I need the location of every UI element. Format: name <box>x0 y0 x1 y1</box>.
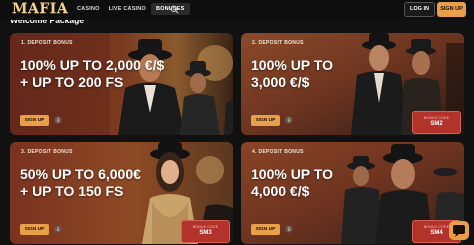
bonus-code-label: BONUS CODE <box>192 225 219 229</box>
card-1-label: 1. DEPOSIT BONUS <box>21 40 73 46</box>
bonus-card-1: 1. DEPOSIT BONUS 100% UP TO 2,000 €/$ + … <box>10 33 233 135</box>
bonus-code-value: SM3 <box>199 230 212 236</box>
card-1-signup-button[interactable]: SIGN UP <box>20 115 49 126</box>
card-1-title-line-2: + UP TO 200 FS <box>20 74 124 90</box>
bonus-code-badge-3[interactable]: BONUS CODE SM3 <box>181 220 230 243</box>
mafia-logo[interactable]: MAFIA <box>12 0 68 18</box>
info-icon[interactable] <box>285 116 293 124</box>
bonus-code-label: BONUS CODE <box>423 116 450 120</box>
info-icon[interactable] <box>54 225 62 233</box>
card-3-label: 3. DEPOSIT BONUS <box>21 149 73 155</box>
card-3-title-line-2: + UP TO 150 FS <box>20 183 124 199</box>
search-icon[interactable] <box>170 5 179 14</box>
card-4-label: 4. DEPOSIT BONUS <box>252 149 304 155</box>
chat-icon <box>453 225 465 237</box>
card-4-title-line-1: 100% UP TO <box>251 166 333 182</box>
info-icon[interactable] <box>54 116 62 124</box>
login-button[interactable]: LOG IN <box>404 2 435 17</box>
bonus-code-badge-2[interactable]: BONUS CODE SM2 <box>412 111 461 134</box>
nav-casino[interactable]: CASINO <box>77 6 100 12</box>
card-1-title-line-1: 100% UP TO 2,000 €/$ <box>20 57 165 73</box>
main-nav: CASINO LIVE CASINO BONUSES <box>77 0 199 18</box>
bonus-code-value: SM2 <box>430 121 443 127</box>
card-3-signup-button[interactable]: SIGN UP <box>20 224 49 235</box>
nav-live-casino[interactable]: LIVE CASINO <box>109 6 146 12</box>
card-2-title-line-2: 3,000 €/$ <box>251 74 310 90</box>
bonus-card-3: 3. DEPOSIT BONUS 50% UP TO 6,000€ + UP T… <box>10 142 233 244</box>
top-navigation-bar: MAFIA CASINO LIVE CASINO BONUSES LOG IN … <box>0 0 474 20</box>
bonus-card-2: 2. DEPOSIT BONUS 100% UP TO 3,000 €/$ SI… <box>241 33 464 135</box>
info-icon[interactable] <box>285 225 293 233</box>
signup-button-header[interactable]: SIGN UP <box>437 2 466 17</box>
live-chat-button[interactable] <box>449 221 469 240</box>
card-2-label: 2. DEPOSIT BONUS <box>252 40 304 46</box>
bonus-card-4: 4. DEPOSIT BONUS 100% UP TO 4,000 €/$ SI… <box>241 142 464 244</box>
card-4-signup-button[interactable]: SIGN UP <box>251 224 280 235</box>
card-2-signup-button[interactable]: SIGN UP <box>251 115 280 126</box>
card-2-title-line-1: 100% UP TO <box>251 57 333 73</box>
card-4-title-line-2: 4,000 €/$ <box>251 183 310 199</box>
card-3-title-line-1: 50% UP TO 6,000€ <box>20 166 141 182</box>
